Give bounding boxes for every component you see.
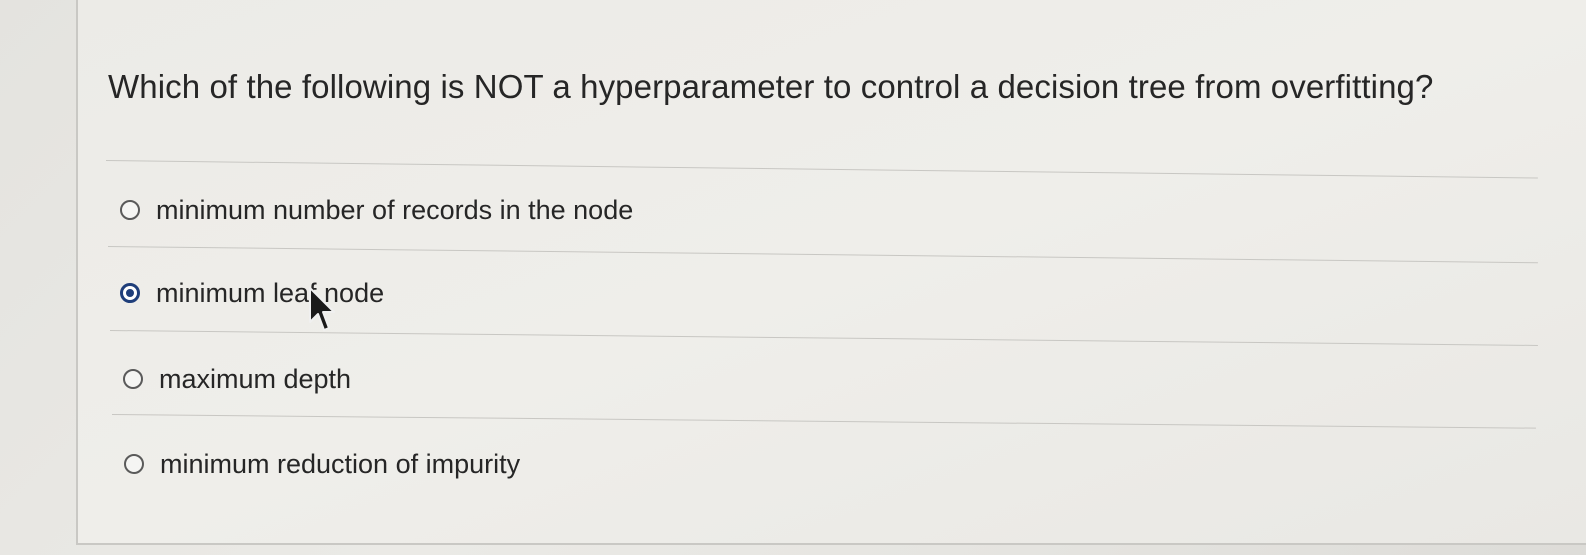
question-text: Which of the following is NOT a hyperpar…: [108, 68, 1434, 105]
radio-button[interactable]: [123, 369, 143, 389]
radio-button[interactable]: [124, 454, 144, 474]
answer-label: minimum reduction of impurity: [160, 448, 521, 479]
answer-option-3[interactable]: maximum depth: [123, 359, 351, 399]
answer-option-2[interactable]: minimum leaf node: [120, 273, 384, 313]
answer-label: minimum leaf node: [156, 277, 385, 308]
answer-option-1[interactable]: minimum number of records in the node: [120, 190, 633, 230]
radio-button[interactable]: [120, 200, 140, 220]
answer-label: maximum depth: [159, 363, 352, 394]
radio-button-selected[interactable]: [120, 283, 140, 303]
answer-label: minimum number of records in the node: [156, 194, 634, 225]
mouse-pointer-icon: [309, 287, 335, 331]
answer-option-4[interactable]: minimum reduction of impurity: [124, 444, 520, 484]
